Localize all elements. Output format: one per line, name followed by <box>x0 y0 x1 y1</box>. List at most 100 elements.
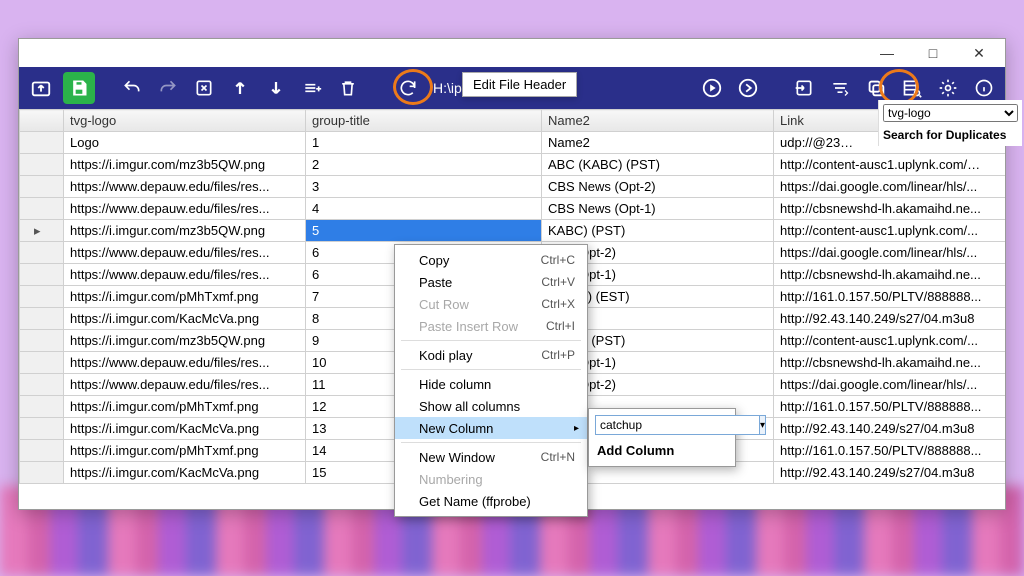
cell-link[interactable]: http://content-ausc1.uplynk.com/... <box>774 330 1006 352</box>
row-gutter[interactable] <box>20 242 64 264</box>
menu-item-kodi-play[interactable]: Kodi playCtrl+P <box>395 344 587 366</box>
open-file-icon[interactable] <box>25 72 57 104</box>
cell-logo[interactable]: https://www.depauw.edu/files/res... <box>64 242 306 264</box>
new-column-name-input[interactable] <box>595 415 760 435</box>
cell-logo[interactable]: https://i.imgur.com/pMhTxmf.png <box>64 286 306 308</box>
row-header-gutter[interactable] <box>20 110 64 132</box>
refresh-icon[interactable] <box>393 73 423 103</box>
cell-name[interactable]: KABC) (PST) <box>542 220 774 242</box>
row-gutter[interactable] <box>20 462 64 484</box>
column-header-tvg-logo[interactable]: tvg-logo <box>64 110 306 132</box>
menu-item-get-name-ffprobe-[interactable]: Get Name (ffprobe) <box>395 490 587 512</box>
new-column-dropdown-button[interactable]: ▾ <box>760 415 766 435</box>
row-gutter[interactable] <box>20 352 64 374</box>
cell-logo[interactable]: https://i.imgur.com/KacMcVa.png <box>64 308 306 330</box>
cell-link[interactable]: http://92.43.140.249/s27/04.m3u8 <box>774 418 1006 440</box>
cell-logo[interactable]: https://www.depauw.edu/files/res... <box>64 264 306 286</box>
duplicate-column-select[interactable]: tvg-logo <box>883 104 1018 122</box>
move-down-icon[interactable] <box>261 73 291 103</box>
cell-logo[interactable]: Logo <box>64 132 306 154</box>
cell-link[interactable]: https://dai.google.com/linear/hls/... <box>774 242 1006 264</box>
cell-link[interactable]: http://cbsnewshd-lh.akamaihd.ne... <box>774 352 1006 374</box>
column-header-group-title[interactable]: group-title <box>306 110 542 132</box>
cell-link[interactable]: http://161.0.157.50/PLTV/888888... <box>774 396 1006 418</box>
redo-icon[interactable] <box>153 73 183 103</box>
add-column-button[interactable]: Add Column <box>595 441 729 460</box>
menu-item-new-window[interactable]: New WindowCtrl+N <box>395 446 587 468</box>
cell-group[interactable]: 5 <box>306 220 542 242</box>
move-up-icon[interactable] <box>225 73 255 103</box>
menu-item-copy[interactable]: CopyCtrl+C <box>395 249 587 271</box>
table-row[interactable]: https://www.depauw.edu/files/res...4CBS … <box>20 198 1006 220</box>
table-row[interactable]: https://i.imgur.com/mz3b5QW.png2ABC (KAB… <box>20 154 1006 176</box>
window-minimize-button[interactable]: — <box>865 42 909 64</box>
settings-icon[interactable] <box>933 73 963 103</box>
cell-logo[interactable]: https://i.imgur.com/KacMcVa.png <box>64 418 306 440</box>
cell-logo[interactable]: https://i.imgur.com/mz3b5QW.png <box>64 220 306 242</box>
window-maximize-button[interactable]: □ <box>911 42 955 64</box>
row-gutter[interactable] <box>20 308 64 330</box>
cell-logo[interactable]: https://www.depauw.edu/files/res... <box>64 352 306 374</box>
trash-icon[interactable] <box>333 73 363 103</box>
cell-logo[interactable]: https://www.depauw.edu/files/res... <box>64 198 306 220</box>
row-gutter[interactable] <box>20 440 64 462</box>
save-icon[interactable] <box>63 72 95 104</box>
cell-logo[interactable]: https://i.imgur.com/KacMcVa.png <box>64 462 306 484</box>
menu-item-new-column[interactable]: New Column▸ <box>395 417 587 439</box>
cell-logo[interactable]: https://i.imgur.com/mz3b5QW.png <box>64 330 306 352</box>
delete-cell-icon[interactable] <box>189 73 219 103</box>
search-duplicates-button[interactable]: Search for Duplicates <box>883 128 1018 142</box>
play-icon[interactable] <box>697 73 727 103</box>
cell-link[interactable]: https://dai.google.com/linear/hls/... <box>774 374 1006 396</box>
table-row[interactable]: https://i.imgur.com/mz3b5QW.png5KABC) (P… <box>20 220 1006 242</box>
table-row[interactable]: https://www.depauw.edu/files/res...3CBS … <box>20 176 1006 198</box>
cell-group[interactable]: 3 <box>306 176 542 198</box>
menu-item-paste[interactable]: PasteCtrl+V <box>395 271 587 293</box>
row-gutter[interactable] <box>20 176 64 198</box>
column-header-name2[interactable]: Name2 <box>542 110 774 132</box>
cell-group[interactable]: 4 <box>306 198 542 220</box>
menu-item-hide-column[interactable]: Hide column <box>395 373 587 395</box>
window-close-button[interactable]: ✕ <box>957 42 1001 64</box>
cell-name[interactable]: CBS News (Opt-1) <box>542 198 774 220</box>
cell-link[interactable]: http://content-ausc1.uplynk.com/… <box>774 154 1006 176</box>
add-row-icon[interactable] <box>297 73 327 103</box>
row-gutter[interactable] <box>20 286 64 308</box>
menu-item-show-all-columns[interactable]: Show all columns <box>395 395 587 417</box>
duplicate-check-icon[interactable] <box>861 73 891 103</box>
cell-link[interactable]: http://92.43.140.249/s27/04.m3u8 <box>774 308 1006 330</box>
cell-link[interactable]: http://cbsnewshd-lh.akamaihd.ne... <box>774 198 1006 220</box>
undo-icon[interactable] <box>117 73 147 103</box>
cell-name[interactable]: ABC (KABC) (PST) <box>542 154 774 176</box>
cell-logo[interactable]: https://i.imgur.com/pMhTxmf.png <box>64 440 306 462</box>
cell-group[interactable]: 1 <box>306 132 542 154</box>
cell-link[interactable]: http://92.43.140.249/s27/04.m3u8 <box>774 462 1006 484</box>
search-column-icon[interactable] <box>897 73 927 103</box>
filter-icon[interactable] <box>825 73 855 103</box>
cell-link[interactable]: http://cbsnewshd-lh.akamaihd.ne... <box>774 264 1006 286</box>
info-icon[interactable] <box>969 73 999 103</box>
row-gutter[interactable] <box>20 132 64 154</box>
row-gutter[interactable] <box>20 264 64 286</box>
cell-link[interactable]: http://content-ausc1.uplynk.com/... <box>774 220 1006 242</box>
play-next-icon[interactable] <box>733 73 763 103</box>
row-gutter[interactable] <box>20 154 64 176</box>
row-gutter[interactable] <box>20 330 64 352</box>
cell-link[interactable]: http://161.0.157.50/PLTV/888888... <box>774 440 1006 462</box>
row-gutter[interactable] <box>20 198 64 220</box>
cell-name[interactable]: CBS News (Opt-2) <box>542 176 774 198</box>
cell-link[interactable]: http://161.0.157.50/PLTV/888888... <box>774 286 1006 308</box>
row-gutter[interactable] <box>20 220 64 242</box>
cell-group[interactable]: 2 <box>306 154 542 176</box>
cell-logo[interactable]: https://i.imgur.com/mz3b5QW.png <box>64 154 306 176</box>
cell-logo[interactable]: https://www.depauw.edu/files/res... <box>64 374 306 396</box>
table-row[interactable]: Logo1Name2udp://@23… <box>20 132 1006 154</box>
row-gutter[interactable] <box>20 418 64 440</box>
cell-logo[interactable]: https://i.imgur.com/pMhTxmf.png <box>64 396 306 418</box>
row-gutter[interactable] <box>20 396 64 418</box>
cell-name[interactable]: Name2 <box>542 132 774 154</box>
row-gutter[interactable] <box>20 374 64 396</box>
cell-logo[interactable]: https://www.depauw.edu/files/res... <box>64 176 306 198</box>
cell-link[interactable]: https://dai.google.com/linear/hls/... <box>774 176 1006 198</box>
import-icon[interactable] <box>789 73 819 103</box>
